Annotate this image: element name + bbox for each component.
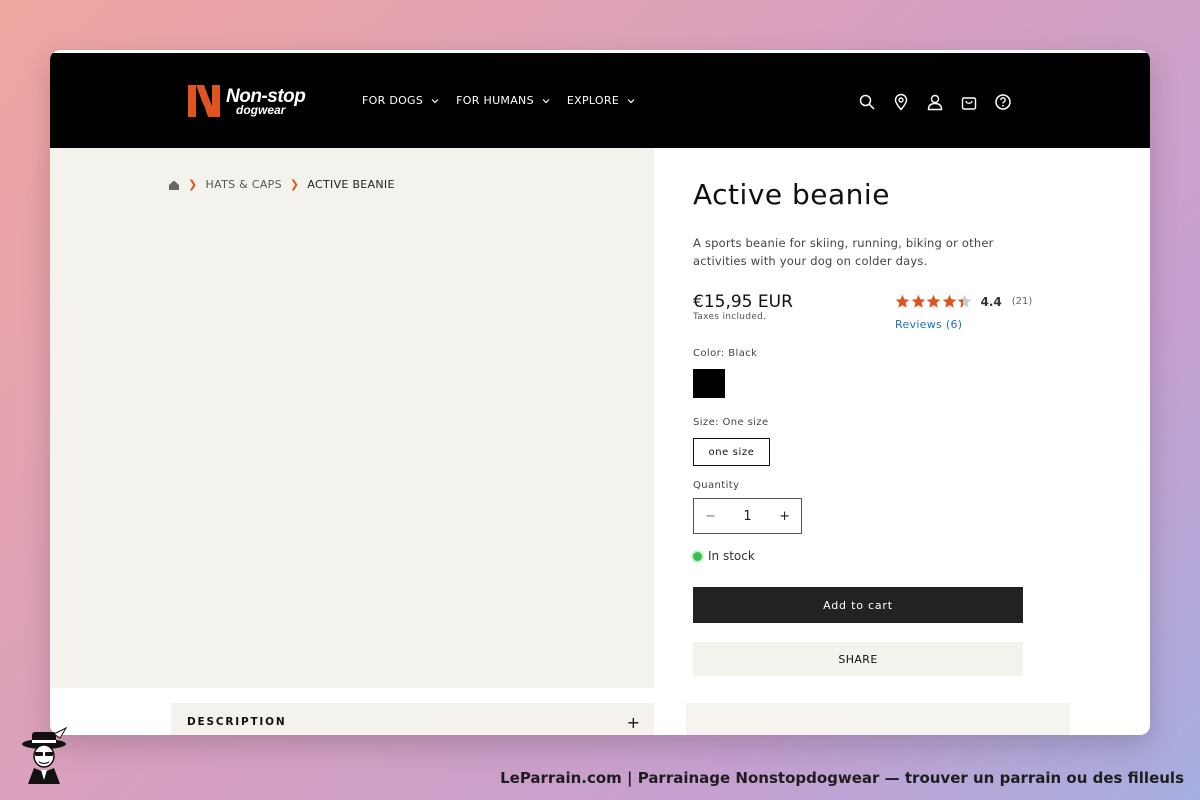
breadcrumb-hats-caps[interactable]: HATS & CAPS xyxy=(206,178,282,191)
product-description: A sports beanie for skiing, running, bik… xyxy=(693,236,994,268)
description-accordion[interactable]: DESCRIPTION + xyxy=(171,703,654,735)
user-icon xyxy=(927,94,943,111)
product-rating[interactable]: 4.4 (21) xyxy=(895,294,1032,309)
star-icon xyxy=(957,294,972,308)
quantity-input[interactable]: 1 xyxy=(743,509,751,524)
description-label: DESCRIPTION xyxy=(187,716,287,728)
header-icons xyxy=(856,91,1026,113)
star-icon xyxy=(895,294,910,308)
nav-explore[interactable]: EXPLORE xyxy=(567,94,636,107)
quantity-decrease-button[interactable]: − xyxy=(705,509,716,524)
in-stock-dot-icon xyxy=(693,551,702,561)
store-locator-button[interactable] xyxy=(890,91,912,113)
nav-label: FOR DOGS xyxy=(362,94,424,107)
footer-caption: LeParrain.com | Parrainage Nonstopdogwea… xyxy=(500,769,1184,787)
side-panel xyxy=(686,703,1070,735)
color-swatch-black[interactable] xyxy=(693,369,725,398)
site-header: Non-stop dogwear FOR DOGS FOR HUMANS EXP… xyxy=(50,50,1150,148)
breadcrumb-separator-icon: ❯ xyxy=(289,178,300,191)
nav-label: EXPLORE xyxy=(566,94,620,107)
breadcrumb-current: ACTIVE BEANIE xyxy=(307,178,395,191)
search-button[interactable] xyxy=(856,91,878,113)
rating-value: 4.4 xyxy=(980,294,1002,309)
logo[interactable]: Non-stop dogwear xyxy=(186,83,306,119)
nav-for-dogs[interactable]: FOR DOGS xyxy=(362,94,440,107)
account-button[interactable] xyxy=(924,91,946,113)
home-icon[interactable] xyxy=(168,179,180,191)
chevron-down-icon xyxy=(627,98,635,103)
size-option-one-size[interactable]: one size xyxy=(693,438,770,466)
product-title: Active beanie xyxy=(693,178,890,211)
size-label: Size: One size xyxy=(693,417,769,428)
tax-note: Taxes included. xyxy=(693,312,767,322)
star-icon xyxy=(926,294,941,308)
location-pin-icon xyxy=(894,93,908,111)
stock-status: In stock xyxy=(693,549,755,563)
browser-window: Non-stop dogwear FOR DOGS FOR HUMANS EXP… xyxy=(50,50,1150,735)
cart-button[interactable] xyxy=(958,91,980,113)
product-gallery: ❯ HATS & CAPS ❯ ACTIVE BEANIE xyxy=(50,148,654,688)
quantity-label: Quantity xyxy=(693,480,740,491)
nav-for-humans[interactable]: FOR HUMANS xyxy=(456,94,551,107)
product-price: €15,95 EUR xyxy=(693,292,793,312)
chevron-down-icon xyxy=(431,98,439,103)
reviews-link[interactable]: Reviews (6) xyxy=(895,318,962,331)
star-icon xyxy=(911,294,925,308)
quantity-stepper: − 1 + xyxy=(693,498,802,534)
rating-stars xyxy=(895,294,973,309)
color-label: Color: Black xyxy=(693,348,758,359)
breadcrumb: ❯ HATS & CAPS ❯ ACTIVE BEANIE xyxy=(168,178,395,191)
quantity-increase-button[interactable]: + xyxy=(779,509,790,524)
nav-label: FOR HUMANS xyxy=(456,94,534,107)
shopping-bag-icon xyxy=(961,97,977,110)
rating-count: (21) xyxy=(1011,296,1033,307)
main-nav: FOR DOGS FOR HUMANS EXPLORE xyxy=(362,94,652,107)
add-to-cart-button[interactable]: Add to cart xyxy=(693,587,1023,623)
share-button[interactable]: SHARE xyxy=(693,642,1023,676)
chevron-down-icon xyxy=(542,98,550,103)
help-button[interactable] xyxy=(992,91,1014,113)
stock-text: In stock xyxy=(708,549,755,563)
expand-plus-icon[interactable]: + xyxy=(627,713,640,732)
nonstop-logo-icon xyxy=(188,85,220,117)
search-icon xyxy=(859,94,875,110)
star-icon xyxy=(942,294,956,308)
help-icon xyxy=(995,94,1011,110)
breadcrumb-separator-icon: ❯ xyxy=(188,178,198,191)
leparrain-mascot-icon xyxy=(22,726,68,784)
